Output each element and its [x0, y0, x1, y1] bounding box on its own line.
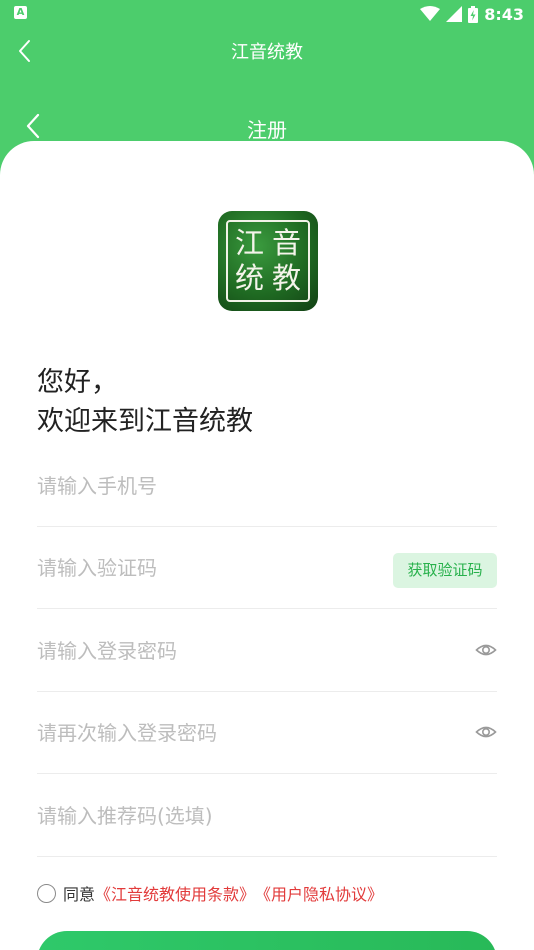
- status-icons: 8:43: [420, 3, 524, 25]
- register-screen: A 8:43 江音统教 注册 江 音 统 教 您好， 欢迎来到江音统教 请输入手…: [0, 0, 534, 950]
- code-field: 获取验证码: [37, 527, 497, 609]
- register-button[interactable]: [37, 931, 497, 950]
- agreement-row: 同意 《江音统教使用条款》 《用户隐私协议》: [37, 881, 383, 905]
- eye-icon[interactable]: [475, 721, 497, 743]
- greeting: 您好， 欢迎来到江音统教: [37, 363, 253, 441]
- logo-char: 统: [234, 261, 264, 295]
- privacy-link[interactable]: 《用户隐私协议》: [255, 881, 383, 905]
- eye-icon[interactable]: [475, 639, 497, 661]
- referral-input[interactable]: [37, 775, 497, 857]
- app-logo: 江 音 统 教: [218, 211, 318, 311]
- page-title: 注册: [247, 118, 287, 142]
- logo-char: 江: [234, 226, 264, 260]
- phone-input[interactable]: [37, 445, 497, 527]
- get-code-button[interactable]: 获取验证码: [393, 553, 497, 588]
- logo-char: 音: [271, 226, 301, 260]
- agree-radio[interactable]: [37, 883, 56, 903]
- phone-field: [37, 445, 497, 527]
- status-time: 8:43: [484, 4, 524, 24]
- page-header: 注册: [0, 106, 534, 146]
- app-bar: 江音统教: [0, 28, 534, 74]
- password-confirm-input[interactable]: [37, 692, 497, 774]
- password-field: [37, 610, 497, 692]
- notification-icon: A: [14, 6, 27, 19]
- password-confirm-field: [37, 692, 497, 774]
- signal-icon: [446, 6, 463, 22]
- greeting-line1: 您好，: [37, 367, 118, 398]
- logo-char: 教: [271, 261, 301, 295]
- wifi-icon: [420, 6, 441, 21]
- terms-link[interactable]: 《江音统教使用条款》: [95, 881, 255, 905]
- battery-icon: [468, 5, 479, 23]
- logo-seal: 江 音 统 教: [226, 220, 310, 302]
- referral-field: [37, 775, 497, 857]
- agree-prefix: 同意: [63, 885, 96, 904]
- app-title: 江音统教: [231, 42, 303, 63]
- greeting-line2: 欢迎来到江音统教: [37, 406, 253, 437]
- password-input[interactable]: [37, 610, 497, 692]
- status-bar: A 8:43: [0, 0, 534, 28]
- register-card: 江 音 统 教 您好， 欢迎来到江音统教 获取验证码: [0, 141, 534, 950]
